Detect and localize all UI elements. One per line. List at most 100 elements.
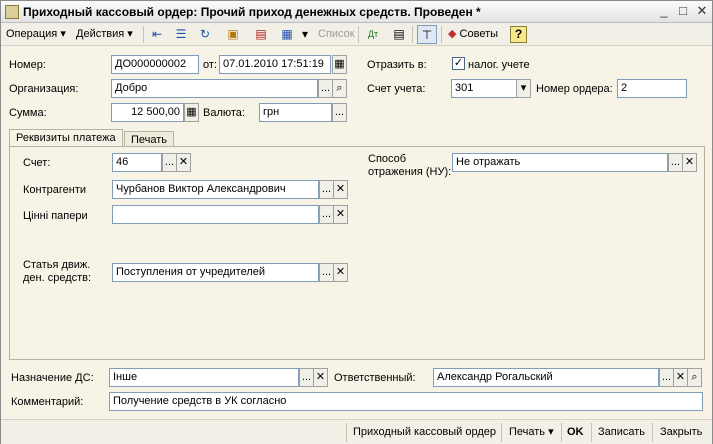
counterparty-field[interactable]: Чурбанов Виктор Александрович [112,180,319,199]
responsible-field[interactable]: Александр Рогальский [433,368,659,387]
sum-label: Сумма: [9,107,47,119]
cash-flow-label-line1: Статья движ. [23,259,91,271]
refresh-icon[interactable]: ↻ [195,25,215,44]
purpose-clear-icon[interactable]: ✕ [313,368,328,387]
order-number-label: Номер ордера: [536,83,613,95]
edit-number-icon[interactable]: ☰ [171,25,191,44]
close-button[interactable]: Закрыть [660,424,702,441]
responsible-search-icon[interactable]: ⌕ [687,368,702,387]
actions-menu[interactable]: Действия ▾ [73,26,136,43]
enter-based-on-icon[interactable]: ⇤ [147,25,167,44]
responsible-label: Ответственный: [334,372,416,384]
pay-account-field[interactable]: 46 [112,153,162,172]
counterparty-clear-icon[interactable]: ✕ [333,180,348,199]
responsible-clear-icon[interactable]: ✕ [673,368,688,387]
minimize-icon[interactable]: _ [655,3,673,20]
counterparty-select-button[interactable]: ... [319,180,334,199]
method-select-button[interactable]: ... [668,153,683,172]
close-window-icon[interactable]: ✕ [693,3,711,20]
account-label: Счет учета: [367,83,426,95]
document-icon [5,5,19,19]
pay-account-label: Счет: [23,157,51,169]
move-dropdown-icon[interactable]: ▾ [295,25,315,44]
list-button[interactable]: Список [315,26,358,43]
window-title: Приходный кассовый ордер: Прочий приход … [23,5,481,19]
purpose-select-button[interactable]: ... [299,368,314,387]
document-window: Приходный кассовый ордер: Прочий приход … [0,0,713,444]
date-field[interactable]: 07.01.2010 17:51:19 [219,55,331,74]
print-menu-button[interactable]: Печать ▾ [509,424,554,441]
maximize-icon[interactable]: □ [674,3,692,20]
date-label: от: [203,59,217,71]
tax-label: налог. учете [468,59,530,71]
pay-account-select-button[interactable]: ... [162,153,177,172]
bar-separator [561,423,562,442]
responsible-select-button[interactable]: ... [659,368,674,387]
tax-checkbox[interactable]: ✓ [452,57,465,70]
operation-menu-label: Операция [6,28,58,40]
bar-separator [652,423,653,442]
help-icon[interactable]: ? [510,26,527,43]
number-label: Номер: [9,59,46,71]
method-label-line2: отражения (НУ): [368,166,452,178]
cash-flow-label-line2: ден. средств: [23,272,92,284]
currency-label: Валюта: [203,107,245,119]
account-dropdown-icon[interactable]: ▾ [516,79,531,98]
method-clear-icon[interactable]: ✕ [682,153,697,172]
delete-doc-icon[interactable]: ▤ [251,25,271,44]
actions-menu-label: Действия [76,28,125,40]
org-select-button[interactable]: ... [318,79,333,98]
method-label-line1: Способ [368,153,407,165]
currency-field[interactable]: грн [259,103,332,122]
command-bar: Приходный кассовый ордер Печать ▾ OK Зап… [1,419,712,444]
account-field[interactable]: 301 [451,79,517,98]
comment-field[interactable]: Получение средств в УК согласно [109,392,703,411]
operation-menu[interactable]: Операция ▾ [3,26,69,43]
sum-field[interactable]: 12 500,00 [111,103,184,122]
ok-button[interactable]: OK [567,424,584,441]
move-icon[interactable]: ▦ [277,25,297,44]
securities-clear-icon[interactable]: ✕ [333,205,348,224]
tree-icon[interactable]: ⊤ [417,25,437,44]
comment-label: Комментарий: [11,396,84,408]
cash-flow-field[interactable]: Поступления от учредителей [112,263,319,282]
calendar-icon[interactable]: ▦ [332,55,347,74]
cash-order-print-button[interactable]: Приходный кассовый ордер [353,424,496,441]
toolbar-separator [358,26,359,43]
cash-flow-clear-icon[interactable]: ✕ [333,263,348,282]
securities-field[interactable] [112,205,319,224]
toolbar-separator [143,26,144,43]
structure-icon[interactable]: ▣ [223,25,243,44]
bar-separator [346,423,347,442]
pay-account-clear-icon[interactable]: ✕ [176,153,191,172]
org-search-icon[interactable]: ⌕ [332,79,347,98]
purpose-label: Назначение ДС: [11,372,94,384]
title-bar: Приходный кассовый ордер: Прочий приход … [1,1,712,23]
report-icon[interactable]: ▤ [389,25,409,44]
securities-select-button[interactable]: ... [319,205,334,224]
bar-separator [501,423,502,442]
number-field[interactable]: ДО000000002 [111,55,199,74]
advice-label: Советы [459,28,499,40]
toolbar: Операция ▾ Действия ▾ ⇤ ☰ ↻ ▣ ▤ ▦ ▾ Спис… [1,23,712,46]
calculator-icon[interactable]: ▦ [184,103,199,122]
dt-kt-icon[interactable]: Дт [363,25,383,44]
cash-flow-select-button[interactable]: ... [319,263,334,282]
counterparty-label: Контрагенти [23,184,87,196]
purpose-field[interactable]: Інше [109,368,299,387]
advice-icon: ◆ [448,28,457,40]
securities-label: Цінні папери [23,210,88,222]
toolbar-separator [412,26,413,43]
method-field[interactable]: Не отражать [452,153,668,172]
bar-separator [591,423,592,442]
save-button[interactable]: Записать [598,424,645,441]
currency-select-button[interactable]: ... [332,103,347,122]
toolbar-separator [441,26,442,43]
reflect-label: Отразить в: [367,59,427,71]
tab-panel: Счет: 46 ... ✕ Контрагенти Чурбанов Викт… [9,146,705,360]
organization-label: Организация: [9,83,79,95]
organization-field[interactable]: Добро [111,79,318,98]
order-number-field[interactable]: 2 [617,79,687,98]
print-menu-label: Печать [509,426,546,438]
advice-button[interactable]: ◆ Советы [445,26,501,43]
